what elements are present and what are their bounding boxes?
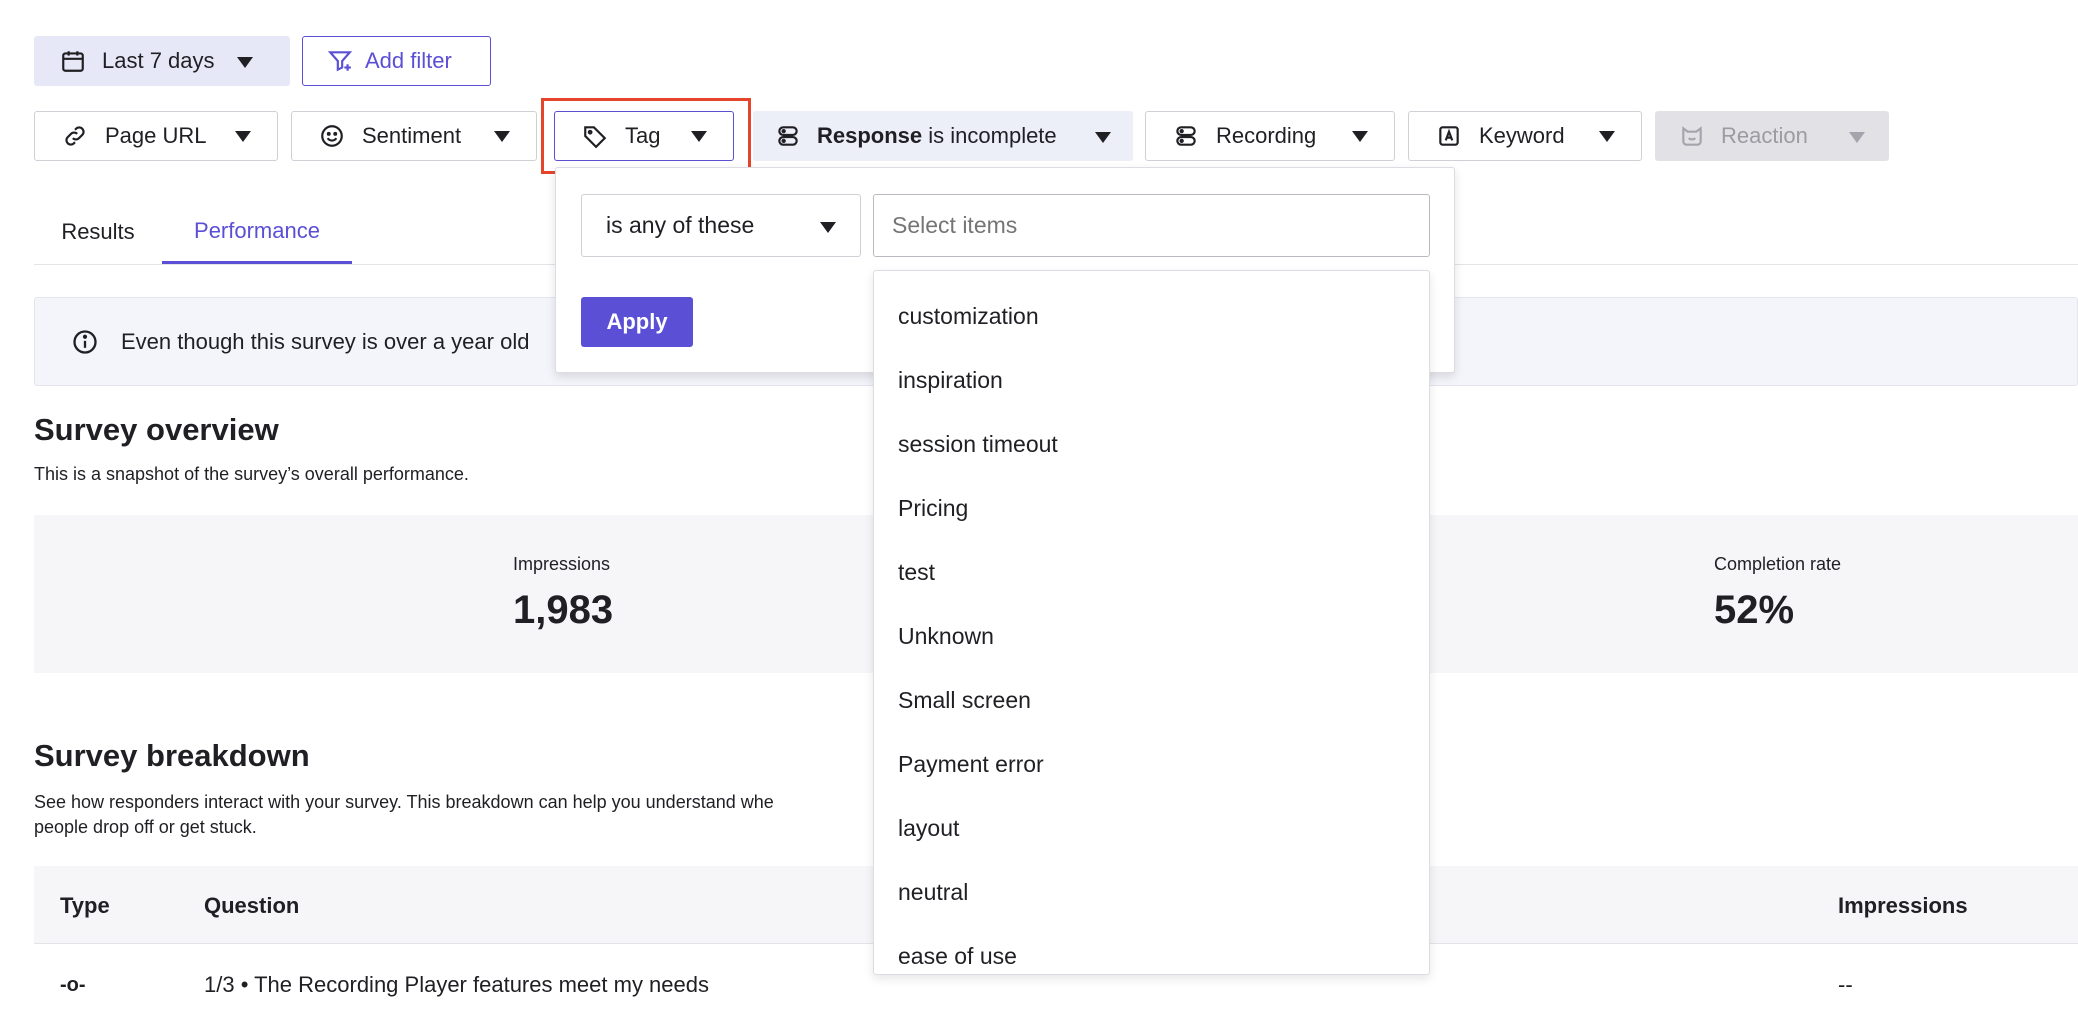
chevron-down-icon xyxy=(820,212,836,239)
sentiment-label: Sentiment xyxy=(362,123,462,148)
column-header-type: Type xyxy=(60,893,110,918)
chevron-down-icon xyxy=(691,126,707,147)
overview-subtitle: This is a snapshot of the survey’s overa… xyxy=(34,464,469,484)
tag-option[interactable]: Unknown xyxy=(874,604,1429,668)
tag-option-label: test xyxy=(898,558,936,585)
keyword-label: Keyword xyxy=(1479,123,1565,148)
impressions-stat-label: Impressions xyxy=(513,554,611,574)
tag-option[interactable]: customization xyxy=(874,284,1429,348)
recording-label: Recording xyxy=(1216,123,1317,148)
chevron-down-icon xyxy=(1095,123,1111,149)
sentiment-filter-button[interactable]: Sentiment xyxy=(291,111,537,161)
breakdown-subtitle-line1: See how responders interact with your su… xyxy=(34,792,774,812)
tag-option-label: Unknown xyxy=(898,622,994,649)
apply-button[interactable]: Apply xyxy=(581,297,693,347)
add-filter-label: Add filter xyxy=(365,48,452,73)
reaction-filter-button[interactable]: Reaction xyxy=(1655,111,1889,161)
tag-option[interactable]: neutral xyxy=(874,860,1429,924)
tag-option[interactable]: Small screen xyxy=(874,668,1429,732)
tag-option[interactable]: layout xyxy=(874,796,1429,860)
response-icon xyxy=(775,123,801,149)
question-text: 1/3 • The Recording Player features meet… xyxy=(204,972,710,997)
tag-option[interactable]: Pricing xyxy=(874,476,1429,540)
tag-option[interactable]: inspiration xyxy=(874,348,1429,412)
slider-question-icon: -o- xyxy=(60,974,86,996)
tag-option[interactable]: Payment error xyxy=(874,732,1429,796)
tag-option-label: neutral xyxy=(898,878,969,905)
operator-select[interactable]: is any of these xyxy=(581,194,861,257)
tag-label: Tag xyxy=(625,123,661,148)
impressions-stat-value: 1,983 xyxy=(513,588,614,632)
tag-option-label: ease of use xyxy=(898,942,1017,969)
operator-value: is any of these xyxy=(606,212,755,238)
notice-text: Even though this survey is over a year o… xyxy=(121,328,530,354)
tag-options-list: customization inspiration session timeout P… xyxy=(873,270,1430,975)
tag-option[interactable]: session timeout xyxy=(874,412,1429,476)
response-filter-button[interactable]: Response is incomplete xyxy=(753,111,1133,161)
page-url-filter-button[interactable]: Page URL xyxy=(34,111,278,161)
overview-title: Survey overview xyxy=(34,412,279,447)
tab-performance[interactable]: Performance xyxy=(162,200,352,264)
info-icon xyxy=(71,328,99,356)
completion-rate-value: 52% xyxy=(1714,588,1795,632)
response-condition-label: is incomplete xyxy=(922,123,1057,148)
date-range-label: Last 7 days xyxy=(102,48,215,73)
tab-results[interactable]: Results xyxy=(34,200,162,264)
breakdown-title: Survey breakdown xyxy=(34,738,310,773)
recording-filter-button[interactable]: Recording xyxy=(1145,111,1395,161)
chevron-down-icon xyxy=(235,126,251,147)
keyword-filter-button[interactable]: Keyword xyxy=(1408,111,1642,161)
tab-results-label: Results xyxy=(61,219,135,244)
tag-search-input[interactable] xyxy=(873,194,1430,257)
calendar-icon xyxy=(60,48,86,74)
page-url-label: Page URL xyxy=(105,123,207,148)
tag-option-label: customization xyxy=(898,302,1039,329)
tag-option[interactable]: test xyxy=(874,540,1429,604)
tag-option-label: session timeout xyxy=(898,430,1058,457)
filter-plus-icon xyxy=(327,48,353,74)
chevron-down-icon xyxy=(236,48,253,74)
tag-option-label: inspiration xyxy=(898,366,1003,393)
tag-option-label: layout xyxy=(898,814,960,841)
column-header-question: Question xyxy=(204,893,300,918)
chevron-down-icon xyxy=(1849,123,1865,149)
tag-options-container: customization inspiration session timeout P… xyxy=(874,284,1429,974)
tab-performance-label: Performance xyxy=(194,217,320,243)
column-header-impressions: Impressions xyxy=(1838,893,1968,918)
tag-option[interactable]: ease of use xyxy=(874,924,1429,974)
smiley-icon xyxy=(318,122,346,150)
reaction-label: Reaction xyxy=(1721,123,1808,148)
date-range-button[interactable]: Last 7 days xyxy=(34,36,290,86)
response-strong-label: Response xyxy=(817,123,923,148)
response-label: Response is incomplete xyxy=(817,123,1057,149)
recording-icon xyxy=(1172,122,1200,150)
breakdown-subtitle-line2: people drop off or get stuck. xyxy=(34,817,257,837)
impressions-value: -- xyxy=(1838,972,1853,997)
link-icon xyxy=(61,122,89,150)
completion-rate-label: Completion rate xyxy=(1714,554,1842,574)
tag-icon xyxy=(581,122,609,150)
add-filter-button[interactable]: Add filter xyxy=(302,36,491,86)
reaction-icon xyxy=(1679,123,1705,149)
chevron-down-icon xyxy=(1599,126,1615,147)
chevron-down-icon xyxy=(1352,126,1368,147)
tag-option-label: Payment error xyxy=(898,750,1044,777)
apply-label: Apply xyxy=(606,309,668,334)
tag-filter-button[interactable]: Tag xyxy=(554,111,734,161)
chevron-down-icon xyxy=(494,126,510,147)
tag-option-label: Pricing xyxy=(898,494,969,521)
keyword-icon xyxy=(1435,122,1463,150)
tag-option-label: Small screen xyxy=(898,686,1031,713)
